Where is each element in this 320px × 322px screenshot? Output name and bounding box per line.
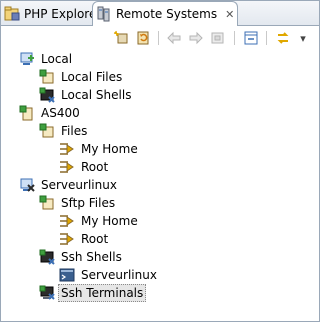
link-with-editor-icon[interactable] [274, 29, 292, 47]
php-explorer-icon [4, 6, 20, 22]
connection-icon [19, 105, 35, 121]
tree-item-label: Local Files [61, 70, 123, 84]
tree-item-label: Root [81, 232, 109, 246]
toolbar-separator [266, 31, 267, 45]
tree-item-root[interactable]: Root [59, 158, 110, 176]
tree-item-serveurlinux[interactable]: Serveurlinux [19, 176, 119, 194]
close-icon[interactable]: ✕ [225, 8, 234, 21]
tab-label: PHP Explorer [24, 6, 102, 21]
tab-php-explorer[interactable]: PHP Explorer [1, 3, 101, 24]
tree-item-label: Sftp Files [61, 196, 116, 210]
refresh-icon[interactable] [134, 29, 152, 47]
terminals-subsystem-icon [39, 285, 55, 301]
tree-item-local-shells[interactable]: Local Shells [39, 86, 133, 104]
shell-instance-icon [59, 267, 75, 283]
tree-item-label: AS400 [41, 106, 80, 120]
filter-icon [59, 159, 75, 175]
toolbar-separator [158, 31, 159, 45]
tree-item-ssh-shells[interactable]: Ssh Shells [39, 248, 124, 266]
tree-item-my-home[interactable]: My Home [59, 212, 140, 230]
tab-remote-systems[interactable]: Remote Systems ✕ [92, 1, 238, 26]
tree-item-label: Serveurlinux [81, 268, 157, 282]
tree-item-local-files[interactable]: Local Files [39, 68, 124, 86]
back-arrow-icon[interactable] [165, 29, 183, 47]
shells-subsystem-icon [39, 249, 55, 265]
remote-systems-view: PHP Explorer Remote Systems ✕ ▾ Local Lo… [0, 0, 320, 322]
tree-item-label: Ssh Shells [61, 250, 122, 264]
linux-host-icon [19, 177, 35, 193]
tree-item-label: Files [61, 124, 88, 138]
files-subsystem-icon [39, 69, 55, 85]
tree-item-label: Local [41, 52, 73, 66]
local-host-icon [19, 51, 35, 67]
tree-item-as400[interactable]: AS400 [19, 104, 82, 122]
forward-arrow-icon[interactable] [187, 29, 205, 47]
view-menu-chevron-down-icon[interactable]: ▾ [296, 29, 310, 47]
filter-icon [59, 231, 75, 247]
tab-label: Remote Systems [116, 7, 218, 21]
tree-item-files[interactable]: Files [39, 122, 89, 140]
shells-subsystem-icon [39, 87, 55, 103]
tree-item-my-home[interactable]: My Home [59, 140, 140, 158]
collapse-all-icon[interactable] [242, 29, 260, 47]
home-icon[interactable] [209, 29, 227, 47]
tree-item-ssh-terminals[interactable]: Ssh Terminals [39, 284, 147, 302]
toolbar-separator [234, 31, 235, 45]
tree-item-local[interactable]: Local [19, 50, 74, 68]
view-toolbar: ▾ [1, 26, 319, 50]
files-subsystem-icon [39, 123, 55, 139]
remote-systems-icon [96, 6, 112, 22]
files-subsystem-icon [39, 195, 55, 211]
tree-item-root[interactable]: Root [59, 230, 110, 248]
filter-icon [59, 141, 75, 157]
tree-item-sftp-files[interactable]: Sftp Files [39, 194, 117, 212]
tree-item-label: Serveurlinux [41, 178, 117, 192]
tree-item-label: My Home [81, 142, 138, 156]
tree-item-label: Local Shells [61, 88, 132, 102]
tree-item-label: Ssh Terminals [58, 284, 147, 302]
tree-item-label: My Home [81, 214, 138, 228]
new-connection-icon[interactable] [112, 29, 130, 47]
filter-icon [59, 213, 75, 229]
tree-item-label: Root [81, 160, 109, 174]
view-tab-strip: PHP Explorer Remote Systems ✕ [1, 1, 319, 26]
tree-item-shell-serveurlinux[interactable]: Serveurlinux [59, 266, 159, 284]
